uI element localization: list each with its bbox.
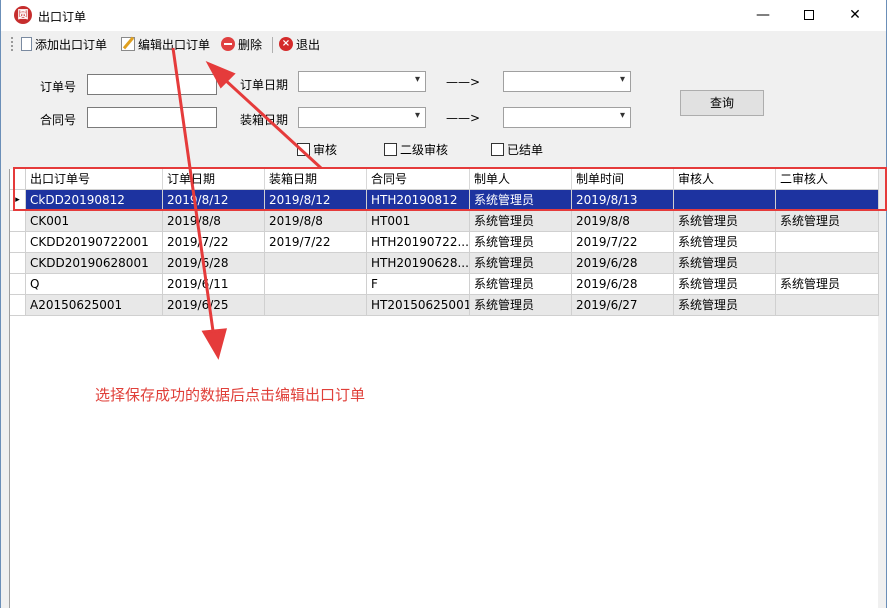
arrow-down-head (201, 328, 228, 360)
arrow-to-toolbar-line (221, 76, 323, 170)
instruction-annotation: 选择保存成功的数据后点击编辑出口订单 (95, 386, 366, 404)
export-order-window: 圆 出口订单 — ✕ 添加出口订单 编辑出口订单 删除 × 退出 订单号 合同号… (0, 0, 887, 608)
arrow-down-line (171, 47, 216, 339)
annotation-arrows (171, 47, 323, 360)
